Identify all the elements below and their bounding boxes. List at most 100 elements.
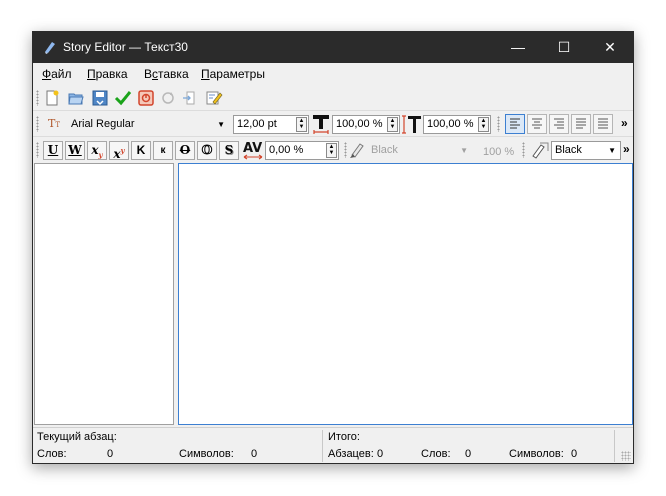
title-bar[interactable]: Story Editor — Текст30 — ☐ ✕ bbox=[33, 32, 633, 63]
main-toolbar bbox=[33, 85, 633, 111]
align-justify-button[interactable] bbox=[571, 114, 591, 134]
tracking-spinner[interactable]: ▲ ▼ bbox=[326, 143, 337, 158]
checkmark-icon[interactable] bbox=[114, 89, 132, 107]
minimize-button[interactable]: — bbox=[495, 32, 541, 63]
font-size-input[interactable]: 12,00 pt ▲ ▼ bbox=[233, 115, 309, 134]
toolbar-grip[interactable] bbox=[497, 116, 500, 132]
text-editor-area[interactable] bbox=[178, 163, 633, 425]
fill-tint-value: 100 % bbox=[483, 146, 515, 158]
align-full-icon bbox=[598, 118, 608, 129]
open-folder-icon[interactable] bbox=[67, 89, 85, 107]
all-caps-label: K bbox=[136, 143, 146, 157]
small-caps-button[interactable]: к bbox=[153, 141, 173, 160]
total-chars-label: Символов: bbox=[509, 448, 564, 460]
menu-insert-label: тавка bbox=[158, 67, 189, 81]
stop-icon[interactable] bbox=[137, 89, 155, 107]
resize-grip[interactable] bbox=[621, 451, 631, 461]
font-toolbar: TT Arial Regular ▼ 12,00 pt ▲ ▼ 100,00 % … bbox=[33, 111, 633, 137]
vertical-scale-spinner[interactable]: ▲ ▼ bbox=[387, 117, 398, 132]
align-full-button[interactable] bbox=[593, 114, 613, 134]
menu-file[interactable]: Файл bbox=[42, 67, 72, 81]
menu-edit[interactable]: Правка bbox=[87, 67, 128, 81]
strikethrough-label: O bbox=[179, 143, 191, 157]
paragraph-styles-pane[interactable] bbox=[34, 163, 174, 425]
word-underline-button[interactable]: W bbox=[65, 141, 85, 160]
chars-label: Символов: bbox=[179, 448, 234, 460]
font-size-value: 12,00 pt bbox=[237, 118, 277, 130]
font-family-select[interactable]: Arial Regular ▼ bbox=[67, 115, 230, 134]
import-icon[interactable] bbox=[181, 89, 199, 107]
tracking-input[interactable]: 0,00 % ▲ ▼ bbox=[265, 141, 339, 160]
save-icon[interactable] bbox=[91, 89, 109, 107]
align-right-button[interactable] bbox=[549, 114, 569, 134]
words-label: Слов: bbox=[37, 448, 67, 460]
close-button[interactable]: ✕ bbox=[587, 32, 633, 63]
font-size-spinner[interactable]: ▲ ▼ bbox=[296, 117, 307, 132]
stroke-color-icon bbox=[532, 142, 549, 159]
menu-file-label: айл bbox=[51, 67, 72, 81]
menu-parameters-mnemonic: П bbox=[201, 67, 210, 81]
superscript-label: x bbox=[113, 147, 121, 161]
menu-parameters[interactable]: Параметры bbox=[201, 67, 265, 81]
refresh-icon[interactable] bbox=[159, 89, 177, 107]
superscript-button[interactable]: xy bbox=[109, 141, 129, 161]
small-caps-label: к bbox=[160, 145, 166, 156]
words-value: 0 bbox=[107, 448, 114, 460]
toolbar-overflow-button[interactable]: » bbox=[621, 116, 628, 130]
outline-label: O bbox=[201, 143, 213, 158]
status-divider bbox=[614, 430, 615, 462]
align-left-button[interactable] bbox=[505, 114, 525, 134]
word-underline-label: W bbox=[68, 143, 82, 157]
menu-bar: Файл Правка Вставка Параметры bbox=[33, 63, 633, 85]
svg-text:AV: AV bbox=[243, 141, 262, 156]
stroke-color-select[interactable]: Black ▼ bbox=[551, 141, 621, 160]
new-document-icon[interactable] bbox=[43, 89, 61, 107]
maximize-button[interactable]: ☐ bbox=[541, 32, 587, 63]
horizontal-scale-value: 100,00 % bbox=[427, 118, 474, 130]
outline-button[interactable]: O bbox=[197, 141, 217, 160]
chars-value: 0 bbox=[251, 448, 258, 460]
tracking-value: 0,00 % bbox=[269, 144, 304, 156]
menu-parameters-label: араметры bbox=[209, 67, 265, 81]
toolbar-overflow-button[interactable]: » bbox=[623, 142, 630, 156]
horizontal-scale-input[interactable]: 100,00 % ▲ ▼ bbox=[423, 115, 491, 134]
total-label: Итого: bbox=[328, 431, 360, 443]
current-paragraph-label: Текущий абзац: bbox=[37, 431, 117, 443]
toolbar-grip[interactable] bbox=[36, 116, 39, 132]
subscript-label: x bbox=[91, 143, 99, 157]
strikethrough-button[interactable]: O bbox=[175, 141, 195, 160]
align-center-button[interactable] bbox=[527, 114, 547, 134]
window-title: Story Editor — Текст30 bbox=[63, 40, 188, 54]
all-caps-button[interactable]: K bbox=[131, 141, 151, 160]
font-family-icon: TT bbox=[47, 117, 60, 130]
menu-edit-mnemonic: П bbox=[87, 67, 96, 81]
status-divider bbox=[322, 430, 323, 462]
vertical-scale-icon bbox=[313, 115, 329, 134]
align-left-icon bbox=[510, 118, 520, 129]
align-justify-icon bbox=[576, 118, 586, 129]
horizontal-scale-spinner[interactable]: ▲ ▼ bbox=[478, 117, 489, 132]
underline-button[interactable]: U bbox=[43, 141, 63, 160]
subscript-button[interactable]: xy bbox=[87, 141, 107, 160]
fill-color-select[interactable]: Black ▼ bbox=[367, 141, 473, 160]
menu-insert[interactable]: Вставка bbox=[144, 67, 189, 81]
toolbar-grip[interactable] bbox=[522, 142, 525, 158]
underline-label: U bbox=[47, 143, 59, 157]
toolbar-grip[interactable] bbox=[36, 90, 39, 106]
toolbar-grip[interactable] bbox=[36, 142, 39, 158]
shadow-label: S bbox=[224, 143, 234, 157]
style-toolbar: U W xy xy K к O O S AV 0,00 % ▲ ▼ Black ▼… bbox=[33, 137, 633, 163]
menu-edit-label: равка bbox=[95, 67, 128, 81]
paragraphs-label: Абзацев: bbox=[328, 448, 374, 460]
toolbar-grip[interactable] bbox=[344, 142, 347, 158]
align-center-icon bbox=[532, 118, 542, 129]
shadow-button[interactable]: S bbox=[219, 141, 239, 160]
total-words-label: Слов: bbox=[421, 448, 451, 460]
menu-insert-prefix: В bbox=[144, 67, 153, 81]
edit-icon[interactable] bbox=[205, 89, 223, 107]
story-editor-window: Story Editor — Текст30 — ☐ ✕ Файл Правка… bbox=[32, 31, 634, 464]
vertical-scale-input[interactable]: 100,00 % ▲ ▼ bbox=[332, 115, 400, 134]
font-family-value: Arial Regular bbox=[71, 118, 135, 130]
chevron-down-icon: ▼ bbox=[460, 146, 468, 155]
stroke-color-value: Black bbox=[555, 144, 582, 156]
